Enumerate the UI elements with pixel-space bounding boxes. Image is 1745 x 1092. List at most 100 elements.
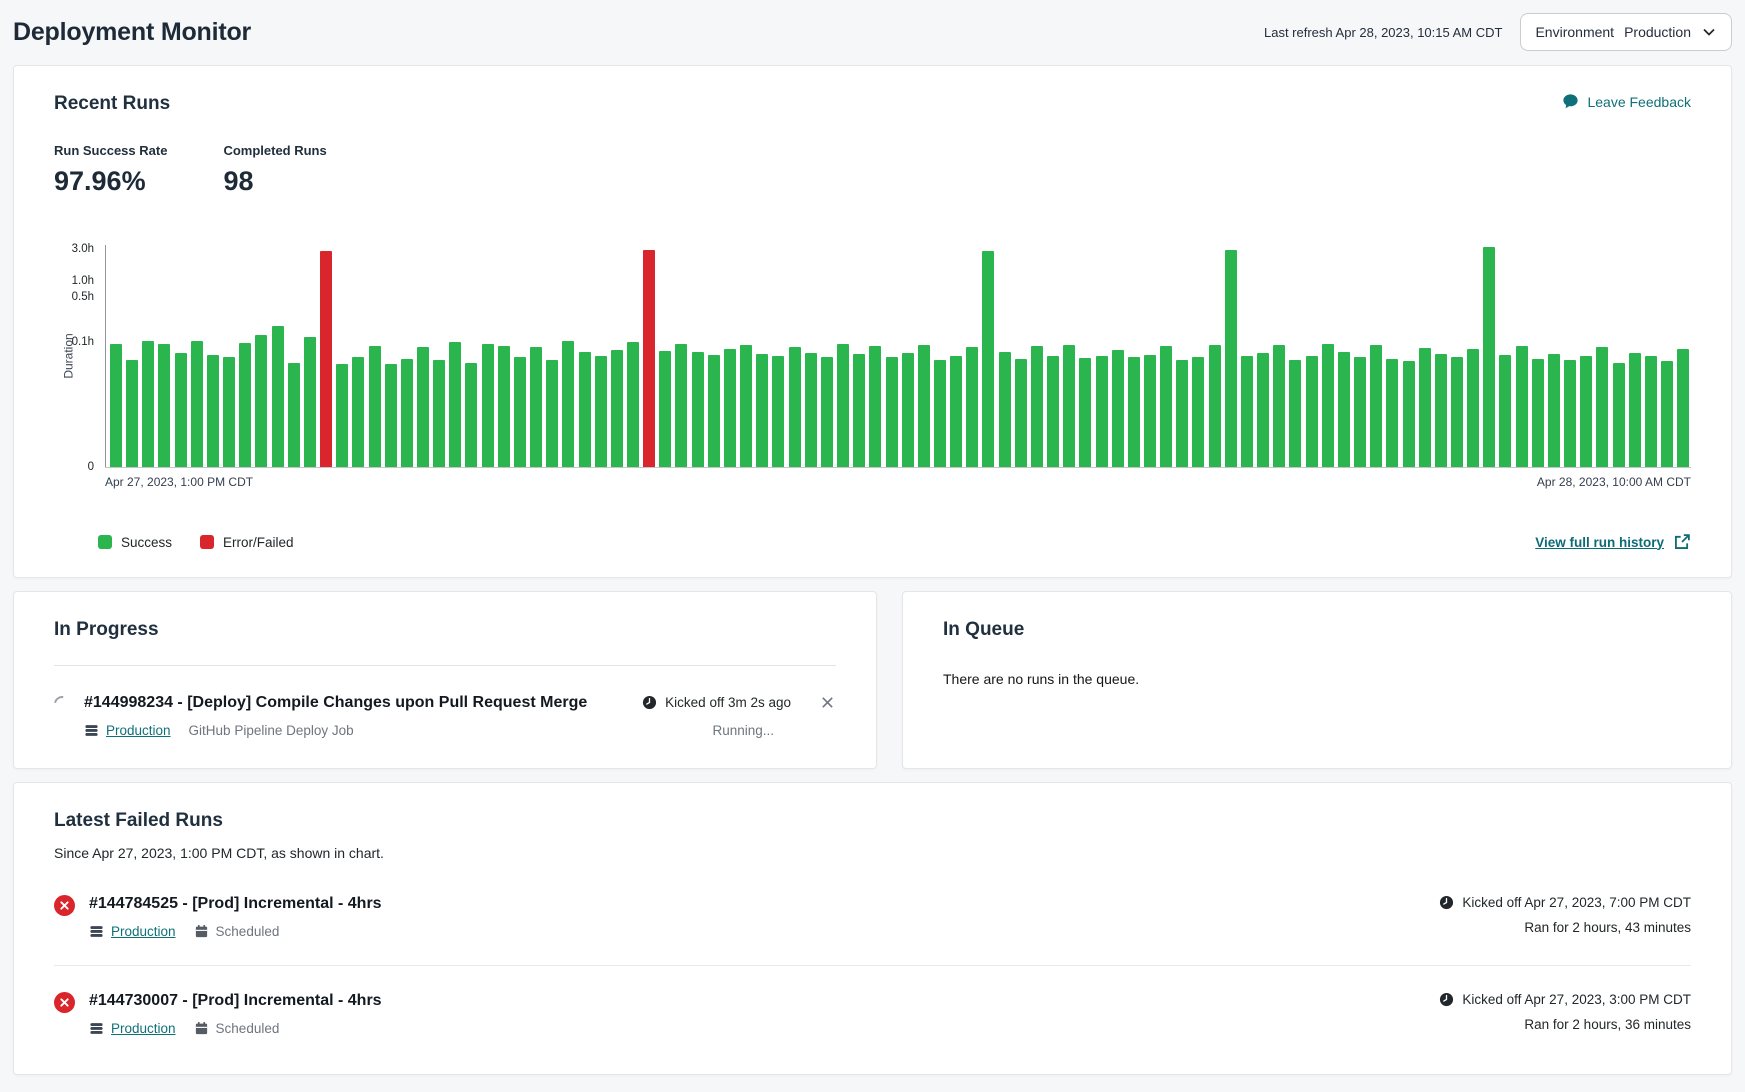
- run-bar[interactable]: [724, 349, 736, 467]
- view-full-run-history-link[interactable]: View full run history: [1535, 533, 1691, 551]
- run-bar[interactable]: [1451, 357, 1463, 467]
- run-bar[interactable]: [950, 356, 962, 467]
- run-bar[interactable]: [789, 347, 801, 467]
- run-bar[interactable]: [304, 337, 316, 467]
- run-bar[interactable]: [110, 344, 122, 467]
- run-bar[interactable]: [643, 250, 655, 467]
- run-bar[interactable]: [1225, 250, 1237, 467]
- run-bar[interactable]: [1063, 345, 1075, 467]
- run-bar[interactable]: [611, 350, 623, 467]
- close-icon[interactable]: [819, 694, 836, 711]
- run-bar[interactable]: [595, 356, 607, 467]
- run-bar[interactable]: [272, 326, 284, 467]
- run-bar[interactable]: [1435, 354, 1447, 467]
- run-bar[interactable]: [1354, 357, 1366, 467]
- run-bar[interactable]: [223, 357, 235, 467]
- run-bar[interactable]: [772, 356, 784, 467]
- run-bar[interactable]: [1096, 356, 1108, 467]
- run-bar[interactable]: [158, 344, 170, 467]
- run-bar[interactable]: [1645, 356, 1657, 467]
- run-bar[interactable]: [708, 355, 720, 467]
- run-bar[interactable]: [999, 352, 1011, 467]
- run-bar[interactable]: [1548, 354, 1560, 467]
- run-bar[interactable]: [1403, 361, 1415, 467]
- run-bar[interactable]: [1289, 360, 1301, 467]
- run-bar[interactable]: [401, 359, 413, 467]
- run-bar[interactable]: [514, 357, 526, 467]
- run-bar[interactable]: [255, 335, 267, 467]
- run-bar[interactable]: [1160, 346, 1172, 467]
- run-bar[interactable]: [288, 363, 300, 467]
- run-bar[interactable]: [1564, 360, 1576, 467]
- run-bar[interactable]: [498, 346, 510, 467]
- run-bar[interactable]: [675, 344, 687, 467]
- run-bar[interactable]: [126, 360, 138, 467]
- run-bar[interactable]: [740, 345, 752, 467]
- run-bar[interactable]: [175, 353, 187, 467]
- run-bar[interactable]: [1306, 356, 1318, 467]
- run-bar[interactable]: [1580, 356, 1592, 467]
- run-bar[interactable]: [1112, 350, 1124, 467]
- run-bar[interactable]: [1031, 346, 1043, 467]
- run-bar[interactable]: [1613, 363, 1625, 467]
- run-bar[interactable]: [1499, 355, 1511, 467]
- run-bar[interactable]: [934, 360, 946, 467]
- run-bar[interactable]: [433, 360, 445, 467]
- environment-dropdown[interactable]: Environment Production: [1520, 13, 1732, 51]
- run-bar[interactable]: [207, 355, 219, 467]
- run-bar[interactable]: [239, 343, 251, 467]
- leave-feedback-link[interactable]: Leave Feedback: [1562, 93, 1691, 110]
- run-bar[interactable]: [385, 364, 397, 467]
- run-bar[interactable]: [1677, 349, 1689, 467]
- run-bar[interactable]: [1079, 358, 1091, 467]
- run-bar[interactable]: [1176, 360, 1188, 467]
- run-bar[interactable]: [1209, 345, 1221, 467]
- run-bar[interactable]: [417, 347, 429, 467]
- run-bar[interactable]: [579, 352, 591, 467]
- run-bar[interactable]: [1322, 344, 1334, 467]
- run-bar[interactable]: [336, 364, 348, 467]
- run-bar[interactable]: [902, 353, 914, 467]
- run-bar[interactable]: [191, 341, 203, 467]
- run-bar[interactable]: [1370, 345, 1382, 467]
- run-bar[interactable]: [1338, 352, 1350, 467]
- run-bar[interactable]: [142, 341, 154, 467]
- run-bar[interactable]: [805, 353, 817, 467]
- run-bar[interactable]: [853, 354, 865, 467]
- run-bar[interactable]: [1192, 357, 1204, 467]
- run-bar[interactable]: [546, 360, 558, 467]
- run-bar[interactable]: [966, 347, 978, 467]
- environment-link[interactable]: Production: [111, 924, 176, 939]
- run-bar[interactable]: [1532, 359, 1544, 467]
- run-bar[interactable]: [1273, 345, 1285, 467]
- run-bar[interactable]: [659, 351, 671, 467]
- run-bar[interactable]: [982, 251, 994, 467]
- run-bar[interactable]: [627, 342, 639, 467]
- run-bar[interactable]: [821, 357, 833, 467]
- run-bar[interactable]: [1483, 247, 1495, 467]
- run-bar[interactable]: [562, 341, 574, 467]
- run-bar[interactable]: [449, 342, 461, 467]
- run-bar[interactable]: [1257, 353, 1269, 467]
- run-bar[interactable]: [692, 352, 704, 467]
- run-bar[interactable]: [1419, 348, 1431, 467]
- run-bar[interactable]: [482, 344, 494, 467]
- run-bar[interactable]: [1128, 357, 1140, 467]
- run-bar[interactable]: [530, 347, 542, 467]
- run-bar[interactable]: [1516, 346, 1528, 467]
- environment-link[interactable]: Production: [106, 723, 171, 738]
- run-bar[interactable]: [1467, 349, 1479, 467]
- run-bar[interactable]: [1596, 347, 1608, 467]
- run-bar[interactable]: [1629, 353, 1641, 467]
- run-bar[interactable]: [837, 344, 849, 467]
- environment-link[interactable]: Production: [111, 1021, 176, 1036]
- run-bar[interactable]: [1047, 356, 1059, 467]
- run-bar[interactable]: [1241, 356, 1253, 467]
- run-bar[interactable]: [918, 345, 930, 467]
- run-bar[interactable]: [352, 357, 364, 467]
- run-bar[interactable]: [1661, 361, 1673, 467]
- run-bar[interactable]: [1015, 359, 1027, 467]
- run-bar[interactable]: [886, 357, 898, 467]
- run-bar[interactable]: [465, 363, 477, 467]
- run-bar[interactable]: [1144, 355, 1156, 467]
